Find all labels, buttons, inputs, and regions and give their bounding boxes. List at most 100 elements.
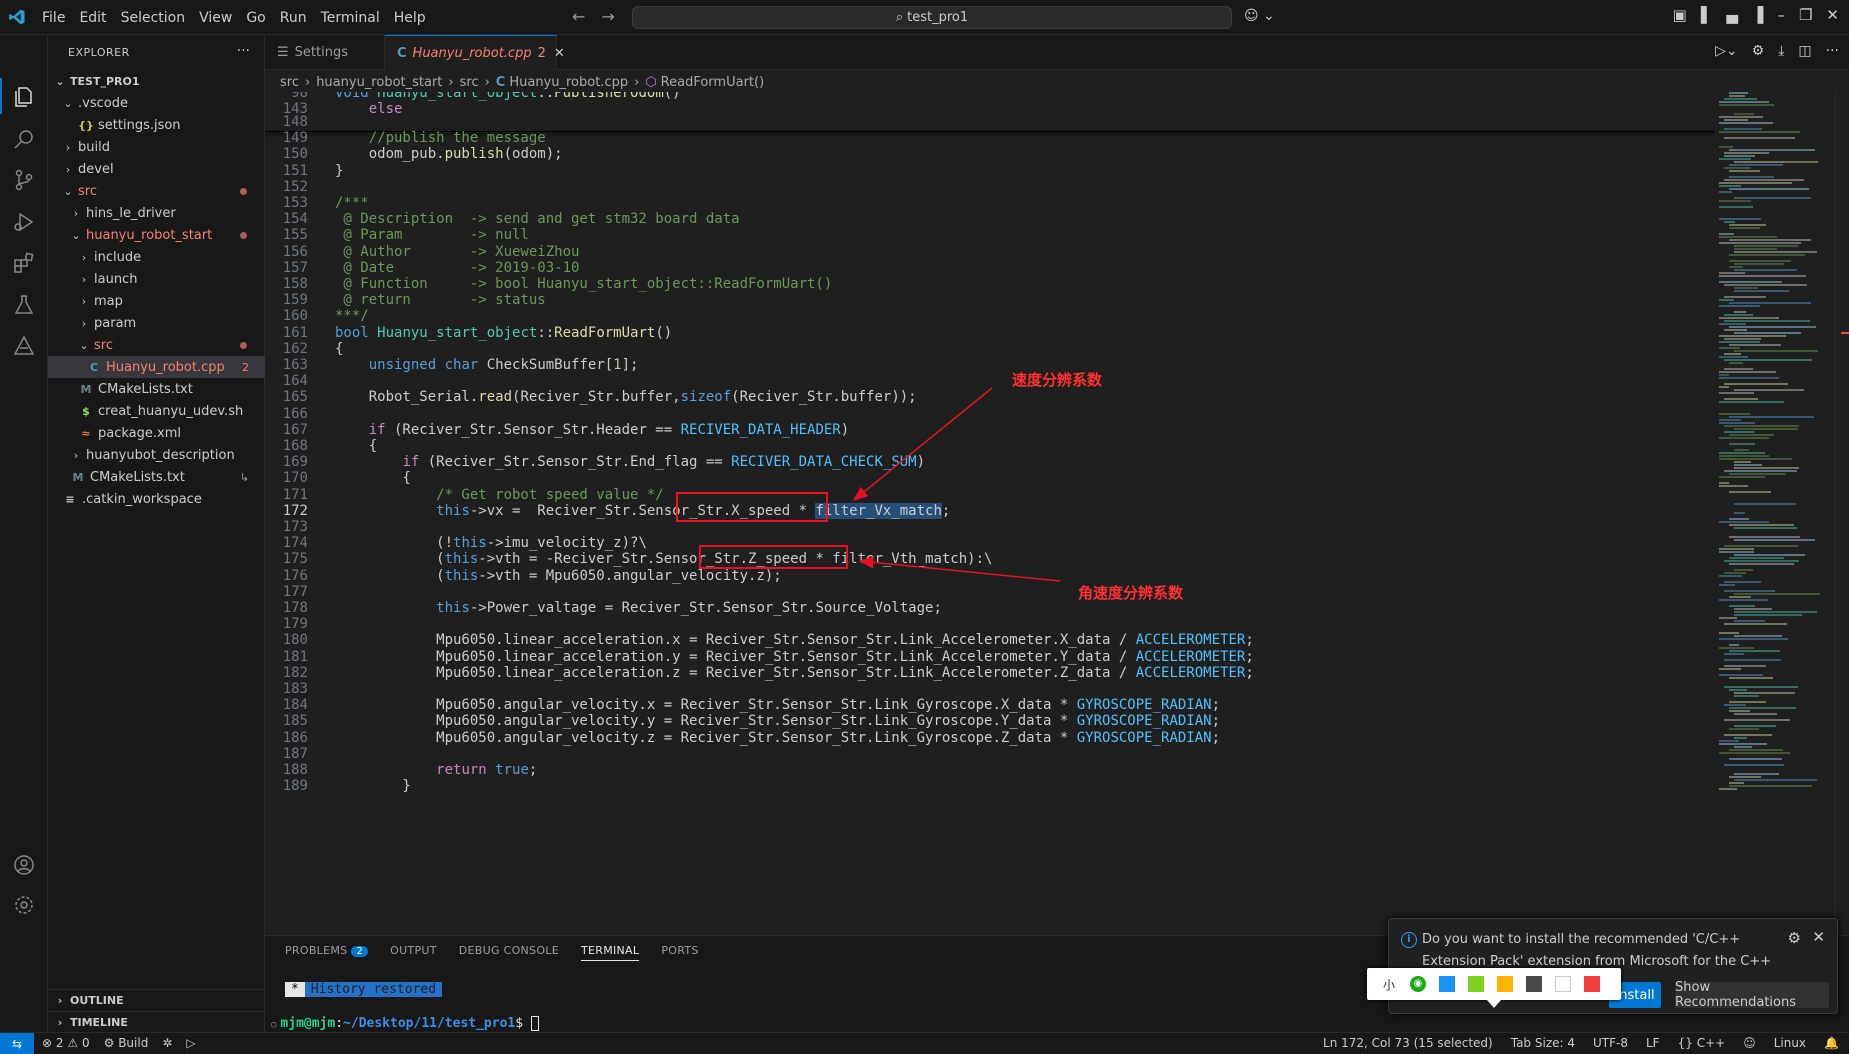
encoding[interactable]: UTF-8 bbox=[1593, 1036, 1628, 1050]
remote-indicator-icon[interactable]: ⇆ bbox=[0, 1033, 34, 1054]
tree-item-cmakelists-root[interactable]: M CMakeLists.txt ↳ bbox=[48, 466, 265, 488]
breadcrumb-item[interactable]: huanyu_robot_start bbox=[316, 75, 442, 90]
menu-selection[interactable]: Selection bbox=[121, 10, 186, 26]
menu-terminal[interactable]: Terminal bbox=[321, 10, 380, 26]
platform[interactable]: Linux bbox=[1774, 1036, 1806, 1050]
run-debug-icon[interactable] bbox=[12, 210, 36, 234]
tree-item-src-inner[interactable]: ⌄ src bbox=[48, 334, 265, 356]
tree-item-package-xml[interactable]: ≈ package.xml bbox=[48, 422, 265, 444]
close-window-icon[interactable]: ✕ bbox=[1826, 6, 1839, 24]
more-actions-icon[interactable]: ··· bbox=[237, 43, 250, 59]
color-swatch-green[interactable] bbox=[1468, 976, 1484, 992]
tab-output[interactable]: OUTPUT bbox=[390, 944, 437, 961]
notifications-bell-icon[interactable]: 🔔 bbox=[1824, 1036, 1839, 1050]
breadcrumb-item[interactable]: src bbox=[280, 75, 299, 90]
close-tab-icon[interactable]: ✕ bbox=[554, 46, 565, 61]
tree-item-huanyu-robot-cpp[interactable]: C Huanyu_robot.cpp 2 bbox=[48, 356, 265, 378]
forward-arrow-icon[interactable]: → bbox=[601, 7, 614, 26]
vertical-scrollbar[interactable] bbox=[1835, 92, 1849, 935]
warning-icon: ⚠ bbox=[67, 1036, 79, 1050]
language-mode[interactable]: {} C++ bbox=[1678, 1036, 1726, 1050]
breadcrumb-item[interactable]: ReadFormUart() bbox=[661, 75, 764, 90]
tree-item-devel[interactable]: › devel bbox=[48, 158, 265, 180]
timeline-section[interactable]: › TIMELINE bbox=[48, 1011, 265, 1033]
tree-item-huanyubot-description[interactable]: › huanyubot_description bbox=[48, 444, 265, 466]
minimap[interactable] bbox=[1715, 92, 1835, 935]
gear-icon[interactable]: ⚙ bbox=[1752, 43, 1765, 59]
more-actions-icon[interactable]: ··· bbox=[1826, 43, 1839, 59]
source-control-icon[interactable] bbox=[12, 168, 36, 192]
cursor-position[interactable]: Ln 172, Col 73 (15 selected) bbox=[1323, 1036, 1493, 1050]
tab-huanyu-robot-cpp[interactable]: C Huanyu_robot.cpp 2 ✕ bbox=[385, 35, 565, 70]
terminal-prompt[interactable]: ○ mjm@mjm:~/Desktop/11/test_pro1$ bbox=[271, 1016, 539, 1031]
minimize-icon[interactable]: – bbox=[1777, 6, 1785, 24]
tab-terminal[interactable]: TERMINAL bbox=[580, 944, 640, 961]
show-recommendations-button[interactable]: Show Recommendations bbox=[1675, 980, 1829, 1010]
workspace-root[interactable]: ⌄ TEST_PRO1 bbox=[48, 70, 265, 92]
problems-status[interactable]: ⊗ 2 ⚠ 0 bbox=[42, 1036, 90, 1050]
menu-file[interactable]: File bbox=[42, 10, 65, 26]
color-swatch-white[interactable] bbox=[1555, 976, 1571, 992]
color-swatch-blue[interactable] bbox=[1439, 976, 1455, 992]
split-editor-icon[interactable]: ◫ bbox=[1798, 43, 1811, 59]
gear-icon[interactable]: ⚙ bbox=[1788, 929, 1801, 947]
toggle-secondary-sidebar-icon[interactable]: ▐ bbox=[1752, 6, 1764, 24]
menu-edit[interactable]: Edit bbox=[79, 10, 106, 26]
debug-icon[interactable]: ✲ bbox=[162, 1036, 172, 1050]
tab-debug-console[interactable]: DEBUG CONSOLE bbox=[459, 944, 559, 961]
outline-section[interactable]: › OUTLINE bbox=[48, 989, 265, 1011]
download-icon[interactable]: ⤓ bbox=[1778, 43, 1784, 59]
tree-item-cmakelists[interactable]: M CMakeLists.txt bbox=[48, 378, 265, 400]
accounts-icon[interactable] bbox=[12, 853, 36, 877]
tree-item-hins-le-driver[interactable]: › hins_le_driver bbox=[48, 202, 265, 224]
tab-ports[interactable]: PORTS bbox=[661, 944, 698, 961]
explorer-icon[interactable] bbox=[12, 85, 36, 109]
tree-item-param[interactable]: › param bbox=[48, 312, 265, 334]
tree-item-creat-udev-sh[interactable]: $ creat_huanyu_udev.sh bbox=[48, 400, 265, 422]
toggle-panel-icon[interactable]: ▄ bbox=[1726, 6, 1738, 24]
manage-gear-icon[interactable] bbox=[12, 893, 36, 917]
search-icon[interactable] bbox=[12, 127, 36, 151]
menu-bar: File Edit Selection View Go Run Terminal… bbox=[42, 0, 440, 35]
tab-problems[interactable]: PROBLEMS 2 bbox=[285, 944, 369, 961]
tree-item-settings-json[interactable]: {} settings.json bbox=[48, 114, 265, 136]
tree-item-include[interactable]: › include bbox=[48, 246, 265, 268]
code-editor[interactable]: 98 void Huanyu_start_object::PublisherOdo… bbox=[265, 92, 1715, 935]
color-swatch-red[interactable] bbox=[1584, 976, 1600, 992]
toggle-sidebar-icon[interactable]: ▌ bbox=[1701, 6, 1713, 24]
tab-settings[interactable]: ☰ Settings bbox=[265, 35, 385, 70]
breadcrumb-item[interactable]: src bbox=[460, 75, 479, 90]
ros-icon[interactable] bbox=[12, 334, 36, 358]
build-status[interactable]: ⚙ Build bbox=[104, 1036, 149, 1050]
breadcrumb-item[interactable]: Huanyu_robot.cpp bbox=[509, 75, 628, 90]
testing-icon[interactable] bbox=[12, 293, 36, 317]
color-swatch-gray[interactable] bbox=[1526, 976, 1542, 992]
end-of-line[interactable]: LF bbox=[1646, 1036, 1660, 1050]
green-brush-icon[interactable]: ◉ bbox=[1410, 976, 1426, 992]
back-arrow-icon[interactable]: ← bbox=[572, 7, 585, 26]
tree-item-huanyu-robot-start[interactable]: ⌄ huanyu_robot_start bbox=[48, 224, 265, 246]
menu-run[interactable]: Run bbox=[280, 10, 307, 26]
menu-help[interactable]: Help bbox=[394, 10, 426, 26]
tree-item-map[interactable]: › map bbox=[48, 290, 265, 312]
close-icon[interactable]: ✕ bbox=[1812, 928, 1825, 946]
run-debug-icon[interactable]: ▷⌄ bbox=[1715, 43, 1738, 59]
command-center-search[interactable]: ⌕ test_pro1 bbox=[632, 6, 1232, 29]
tree-item-vscode[interactable]: ⌄ .vscode bbox=[48, 92, 265, 114]
tree-item-src[interactable]: ⌄ src bbox=[48, 180, 265, 202]
minimap-line bbox=[1729, 95, 1746, 97]
tree-item-build[interactable]: › build bbox=[48, 136, 265, 158]
layout-icon[interactable]: ▣ bbox=[1673, 6, 1687, 24]
size-small-option[interactable]: 小 bbox=[1381, 976, 1397, 993]
tab-size[interactable]: Tab Size: 4 bbox=[1511, 1036, 1575, 1050]
menu-go[interactable]: Go bbox=[246, 10, 265, 26]
run-icon[interactable]: ▷ bbox=[186, 1036, 195, 1050]
menu-view[interactable]: View bbox=[199, 10, 232, 26]
copilot-status-icon[interactable]: ☺ bbox=[1743, 1036, 1756, 1050]
tree-item-launch[interactable]: › launch bbox=[48, 268, 265, 290]
extensions-icon[interactable] bbox=[12, 251, 36, 275]
restore-icon[interactable]: ❐ bbox=[1799, 6, 1812, 24]
copilot-icon[interactable]: ☺ ⌄ bbox=[1244, 8, 1275, 24]
color-swatch-orange[interactable] bbox=[1497, 976, 1513, 992]
tree-item-catkin-workspace[interactable]: ≡ .catkin_workspace bbox=[48, 488, 265, 510]
